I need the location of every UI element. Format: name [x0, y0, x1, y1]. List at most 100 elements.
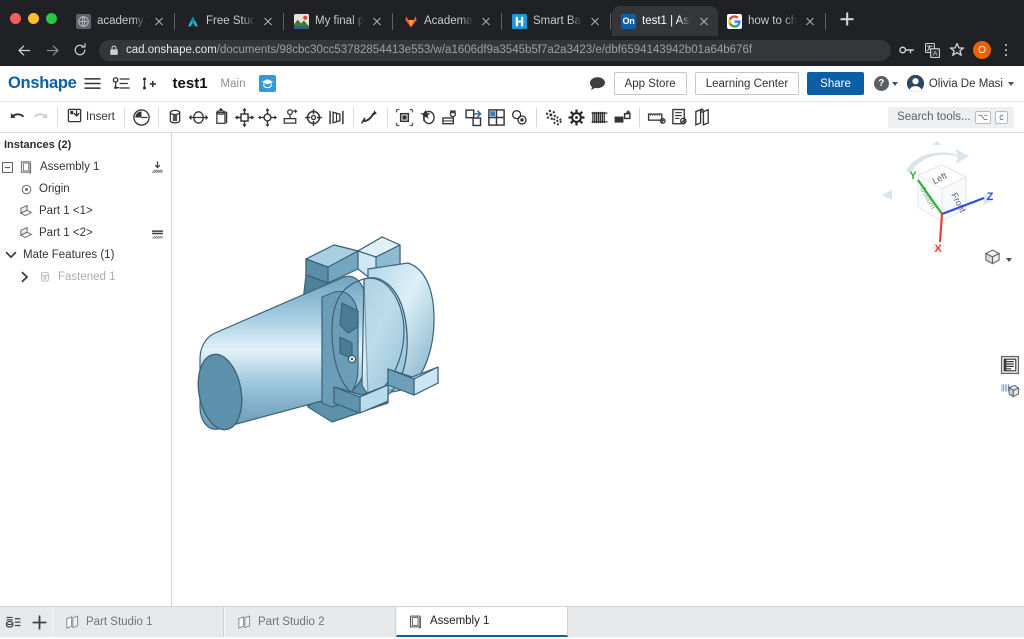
- tree-row-part-1-2[interactable]: Part 1 <2>: [0, 222, 171, 244]
- revolute-mate-icon[interactable]: [187, 105, 210, 130]
- comment-icon[interactable]: [589, 76, 606, 92]
- minimize-window-button[interactable]: [28, 13, 39, 24]
- menu-icon[interactable]: [81, 72, 105, 96]
- close-icon[interactable]: [370, 14, 384, 28]
- mate-connector-icon[interactable]: [359, 105, 382, 130]
- tab-divider: [174, 13, 175, 30]
- rack-pinion-icon[interactable]: [611, 105, 634, 130]
- replicate-icon[interactable]: [416, 105, 439, 130]
- render-mode-icon[interactable]: [999, 380, 1020, 401]
- ball-mate-icon[interactable]: [256, 105, 279, 130]
- add-tab-button[interactable]: [26, 607, 52, 637]
- browser-tab-free-student[interactable]: Free Student S: [176, 6, 282, 36]
- tab-label: Part Studio 2: [258, 616, 325, 628]
- forward-icon[interactable]: [38, 36, 66, 64]
- transform-icon[interactable]: [462, 105, 485, 130]
- tree-row-part-1-1[interactable]: Part 1 <1>: [0, 200, 171, 222]
- element-tab-assembly-1[interactable]: Assembly 1: [396, 607, 568, 637]
- element-tab-part-studio-2[interactable]: Part Studio 2: [224, 607, 396, 637]
- url-input[interactable]: cad.onshape.com/documents/98cbc30cc53782…: [99, 39, 891, 61]
- collapse-icon[interactable]: [0, 161, 14, 173]
- display-state-icon[interactable]: [691, 105, 714, 130]
- help-menu[interactable]: ?: [873, 76, 898, 91]
- insert-button[interactable]: Insert: [63, 108, 119, 126]
- gitlab-icon: [403, 14, 418, 29]
- undo-icon[interactable]: [6, 105, 29, 130]
- browser-tab-onshape-test1[interactable]: On test1 | Assemb: [612, 6, 718, 36]
- svg-text:X: X: [934, 243, 942, 253]
- display-panel-icon[interactable]: [999, 354, 1020, 375]
- close-icon[interactable]: [479, 14, 493, 28]
- element-tab-part-studio-1[interactable]: Part Studio 1: [52, 607, 224, 637]
- fixed-icon[interactable]: [150, 226, 165, 241]
- fastened-mate-icon[interactable]: [302, 105, 325, 130]
- browser-tab-academy[interactable]: academy.cba.m: [67, 6, 173, 36]
- new-tab-button[interactable]: [833, 5, 861, 33]
- search-tools-input[interactable]: Search tools... ⌥ c: [888, 106, 1014, 128]
- tree-row-assembly-1[interactable]: Assembly 1: [0, 156, 171, 178]
- fix-icon[interactable]: [164, 105, 187, 130]
- create-version-icon[interactable]: [137, 72, 161, 96]
- sheet-list-icon[interactable]: [0, 607, 26, 637]
- browser-menu-icon[interactable]: [998, 43, 1014, 57]
- version-graph-icon[interactable]: [109, 72, 133, 96]
- close-icon[interactable]: [152, 14, 166, 28]
- back-icon[interactable]: [10, 36, 38, 64]
- history-icon[interactable]: [130, 105, 153, 130]
- graduation-cap-icon[interactable]: [259, 75, 277, 92]
- translate-icon[interactable]: A: [923, 41, 941, 59]
- tree-row-origin[interactable]: Origin: [0, 178, 171, 200]
- branch-label[interactable]: Main: [221, 78, 246, 90]
- close-icon[interactable]: [803, 14, 817, 28]
- close-window-button[interactable]: [10, 13, 21, 24]
- redo-icon[interactable]: [29, 105, 52, 130]
- tree-row-mate-features[interactable]: Mate Features (1): [0, 244, 171, 266]
- tab-divider: [610, 13, 611, 30]
- browser-tab-final-project[interactable]: My final projec: [285, 6, 391, 36]
- browser-tab-smart-bartender[interactable]: Smart Bartend: [503, 6, 609, 36]
- chevron-right-icon[interactable]: [18, 271, 32, 283]
- screw-mate-icon[interactable]: [588, 105, 611, 130]
- browser-tab-how-to-change[interactable]: how to change: [718, 6, 824, 36]
- explode-icon[interactable]: [485, 105, 508, 130]
- pattern-icon[interactable]: [439, 105, 462, 130]
- mirror-icon[interactable]: [508, 105, 531, 130]
- element-tab-bar: Part Studio 1 Part Studio 2 Assembly 1: [0, 606, 1024, 637]
- planar-mate-icon[interactable]: [233, 105, 256, 130]
- url-path: /documents/98cbc30cc53782854413e553/w/a1…: [216, 44, 753, 56]
- star-icon[interactable]: [948, 41, 966, 59]
- close-icon[interactable]: [697, 14, 711, 28]
- browser-tab-academany[interactable]: Academany / F: [394, 6, 500, 36]
- suppress-icon[interactable]: [150, 160, 165, 175]
- key-icon[interactable]: [898, 41, 916, 59]
- tree-row-fastened-1[interactable]: Fastened 1: [0, 266, 171, 288]
- close-icon[interactable]: [261, 14, 275, 28]
- measure-icon[interactable]: [645, 105, 668, 130]
- share-button[interactable]: Share: [807, 72, 864, 95]
- assembly-feature-icon[interactable]: [542, 105, 565, 130]
- onshape-logo[interactable]: Onshape: [8, 74, 77, 93]
- cylindrical-mate-icon[interactable]: [210, 105, 233, 130]
- view-cube[interactable]: Left Front Bottom Y Z X: [880, 141, 996, 255]
- document-title[interactable]: test1: [173, 75, 208, 92]
- learning-center-button[interactable]: Learning Center: [694, 72, 800, 95]
- view-orientation-button[interactable]: [983, 248, 1012, 271]
- slider-mate-icon[interactable]: [325, 105, 348, 130]
- app-store-button[interactable]: App Store: [613, 72, 687, 95]
- chevron-down-icon[interactable]: [4, 249, 18, 261]
- window-controls[interactable]: [0, 13, 67, 36]
- group-icon[interactable]: [393, 105, 416, 130]
- maximize-window-button[interactable]: [46, 13, 57, 24]
- reload-icon[interactable]: [66, 36, 94, 64]
- close-icon[interactable]: [588, 14, 602, 28]
- bom-icon[interactable]: [668, 105, 691, 130]
- search-placeholder: Search tools...: [897, 111, 971, 123]
- gear-mate-icon[interactable]: [565, 105, 588, 130]
- profile-avatar[interactable]: O: [973, 41, 991, 59]
- smartbartender-icon: [512, 13, 527, 29]
- graphics-canvas[interactable]: Left Front Bottom Y Z X: [172, 133, 1024, 606]
- user-menu[interactable]: Olivia De Masi: [906, 75, 1014, 92]
- pin-slot-mate-icon[interactable]: [279, 105, 302, 130]
- part-assembly-model[interactable]: [182, 207, 462, 442]
- tab-title: Free Student S: [206, 15, 255, 27]
